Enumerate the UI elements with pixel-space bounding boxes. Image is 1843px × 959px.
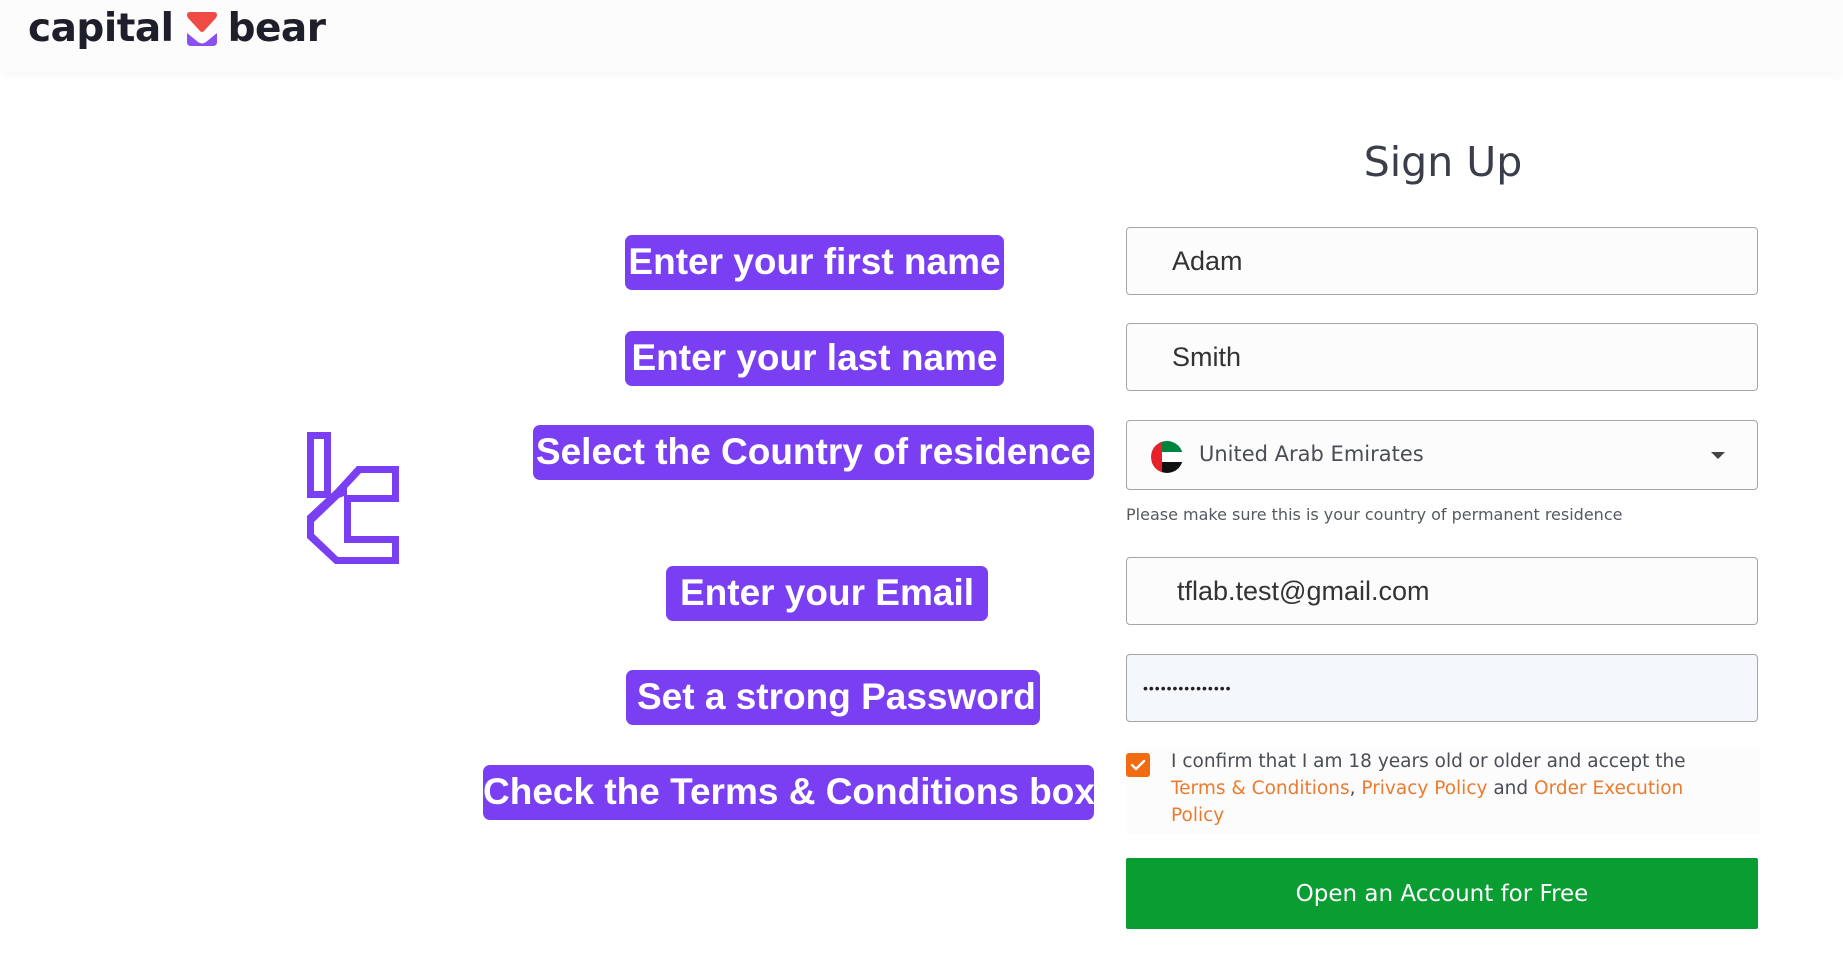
callout-country: Select the Country of residence xyxy=(533,425,1094,480)
consent-text: I confirm that I am 18 years old or olde… xyxy=(1171,748,1741,829)
consent-block: I confirm that I am 18 years old or olde… xyxy=(1126,748,1760,834)
chevron-down-icon[interactable] xyxy=(1711,452,1725,459)
callout-first-name: Enter your first name xyxy=(625,235,1004,290)
last-name-input[interactable] xyxy=(1127,324,1757,390)
page-title: Sign Up xyxy=(1363,138,1523,186)
open-account-button[interactable]: Open an Account for Free xyxy=(1126,858,1758,929)
password-input[interactable] xyxy=(1127,655,1757,721)
first-name-input[interactable] xyxy=(1127,228,1757,294)
privacy-policy-link[interactable]: Privacy Policy xyxy=(1361,778,1487,799)
consent-text-lead: I confirm that I am 18 years old or olde… xyxy=(1171,751,1686,772)
consent-separator-comma: , xyxy=(1349,778,1362,799)
first-name-field-wrapper xyxy=(1126,227,1758,295)
checkmark-icon xyxy=(1130,759,1146,771)
password-field-wrapper xyxy=(1126,654,1758,722)
email-field-wrapper xyxy=(1126,557,1758,625)
last-name-field-wrapper xyxy=(1126,323,1758,391)
terms-conditions-link[interactable]: Terms & Conditions xyxy=(1171,778,1350,799)
logo-text-bear: bear xyxy=(227,6,326,51)
callout-last-name: Enter your last name xyxy=(625,331,1004,386)
callout-email: Enter your Email xyxy=(666,566,988,621)
logo-text-capital: capital xyxy=(28,6,174,51)
country-select-value: United Arab Emirates xyxy=(1199,442,1424,466)
capital-bear-logo[interactable]: capital bear xyxy=(28,4,326,54)
callout-terms: Check the Terms & Conditions box xyxy=(483,765,1095,820)
site-header: capital bear xyxy=(0,0,1843,72)
capital-bear-logo-icon xyxy=(186,12,217,46)
callout-password: Set a strong Password xyxy=(626,670,1040,725)
terms-checkbox[interactable] xyxy=(1126,753,1150,777)
consent-separator-and: and xyxy=(1487,778,1535,799)
uae-flag-icon xyxy=(1151,441,1183,473)
country-helper-text: Please make sure this is your country of… xyxy=(1126,505,1623,524)
country-select[interactable]: United Arab Emirates xyxy=(1126,420,1758,490)
email-input[interactable] xyxy=(1127,558,1757,624)
brand-mark-icon xyxy=(307,432,399,564)
